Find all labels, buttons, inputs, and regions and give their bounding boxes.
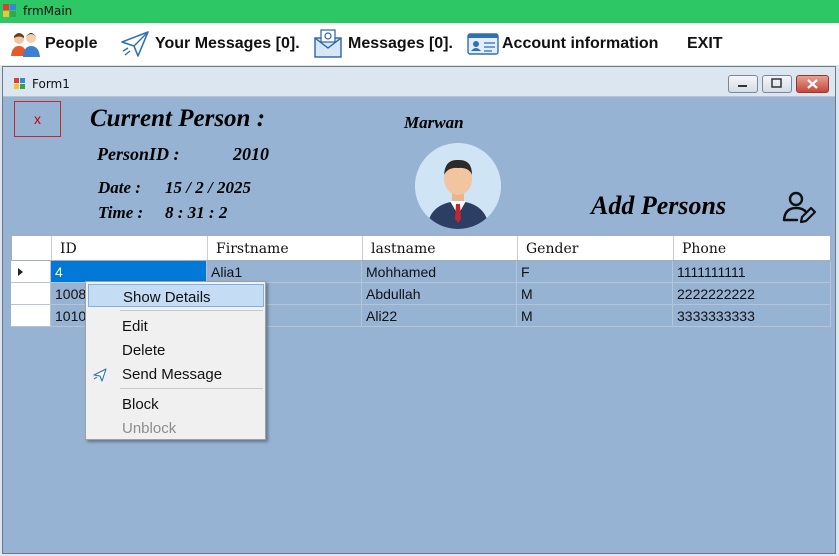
cell-phone[interactable]: 1111111111 (673, 261, 831, 283)
people-icon (10, 29, 40, 59)
column-header-firstname[interactable]: Firstname (208, 236, 363, 260)
menu-item-delete[interactable]: Delete (86, 338, 265, 361)
menu-separator (120, 310, 263, 311)
menu-item-edit[interactable]: Edit (86, 314, 265, 337)
menu-item-block[interactable]: Block (86, 392, 265, 415)
menu-account-information[interactable]: Account information (467, 23, 658, 65)
menu-bar: People Your Messages [0]. Messages [0]. (0, 23, 839, 65)
current-person-name: Marwan (404, 113, 464, 132)
cell-lastname[interactable]: Mohhamed (362, 261, 517, 283)
person-id-value: 2010 (233, 144, 269, 164)
id-card-icon (467, 29, 499, 59)
add-persons-label[interactable]: Add Persons (591, 191, 726, 221)
app-icon (3, 4, 17, 18)
main-title-bar: frmMain (0, 0, 839, 23)
cell-firstname[interactable]: Alia1 (207, 261, 362, 283)
date-label: Date : (98, 178, 141, 197)
menu-messages-label: Messages [0]. (348, 35, 453, 52)
time-value: 8 : 31 : 2 (165, 203, 228, 222)
maximize-button[interactable] (762, 75, 792, 93)
menu-exit-label: EXIT (687, 35, 723, 52)
column-header-id[interactable]: ID (52, 236, 208, 260)
cell-gender[interactable]: M (517, 283, 673, 305)
add-person-icon[interactable] (781, 190, 817, 226)
child-form-title-bar: Form1 (3, 67, 835, 97)
child-form-title: Form1 (32, 77, 70, 91)
cell-lastname[interactable]: Ali22 (362, 305, 517, 327)
menu-item-unblock: Unblock (122, 420, 177, 437)
menu-separator (120, 388, 263, 389)
menu-your-messages-label: Your Messages [0]. (155, 35, 300, 52)
menu-item-show-details[interactable]: Show Details (88, 284, 264, 307)
mail-envelope-icon (313, 29, 343, 59)
grid-header: ID Firstname lastname Gender Phone (11, 235, 831, 261)
menu-your-messages[interactable]: Your Messages [0]. (120, 23, 300, 65)
menu-item-send-message[interactable]: Send Message (86, 362, 265, 385)
cell-id[interactable]: 4 (51, 261, 207, 283)
close-form-button[interactable]: x (14, 101, 61, 137)
paper-plane-icon (120, 29, 150, 59)
cell-phone[interactable]: 3333333333 (673, 305, 831, 327)
current-row-arrow-icon (18, 268, 23, 276)
avatar (415, 143, 501, 229)
menu-exit[interactable]: EXIT (687, 23, 723, 65)
current-person-label: Current Person : (90, 105, 266, 132)
column-header-gender[interactable]: Gender (518, 236, 674, 260)
context-menu: Show Details Edit Delete Send Message Bl… (85, 281, 266, 440)
minimize-icon (738, 85, 747, 87)
column-header-lastname[interactable]: lastname (363, 236, 518, 260)
maximize-icon (771, 78, 782, 88)
cell-phone[interactable]: 2222222222 (673, 283, 831, 305)
menu-messages[interactable]: Messages [0]. (313, 23, 453, 65)
grid-corner-header (12, 236, 52, 260)
person-id-label: PersonID : (97, 144, 180, 164)
window-title: frmMain (23, 4, 73, 18)
row-header[interactable] (11, 305, 51, 327)
row-header[interactable] (11, 283, 51, 305)
row-header[interactable] (11, 261, 51, 283)
menu-people[interactable]: People (10, 23, 97, 65)
table-row[interactable]: 4 Alia1 Mohhamed F 1111111111 (11, 261, 831, 283)
menu-account-information-label: Account information (502, 35, 659, 52)
cell-lastname[interactable]: Abdullah (362, 283, 517, 305)
menu-people-label: People (45, 35, 98, 52)
time-label: Time : (98, 203, 144, 222)
form-icon (14, 78, 26, 90)
cell-gender[interactable]: M (517, 305, 673, 327)
close-icon (807, 79, 818, 89)
date-value: 15 / 2 / 2025 (165, 178, 251, 197)
cell-gender[interactable]: F (517, 261, 673, 283)
close-window-button[interactable] (796, 75, 829, 93)
person-avatar-icon (415, 143, 501, 229)
minimize-button[interactable] (728, 75, 758, 93)
column-header-phone[interactable]: Phone (674, 236, 830, 260)
